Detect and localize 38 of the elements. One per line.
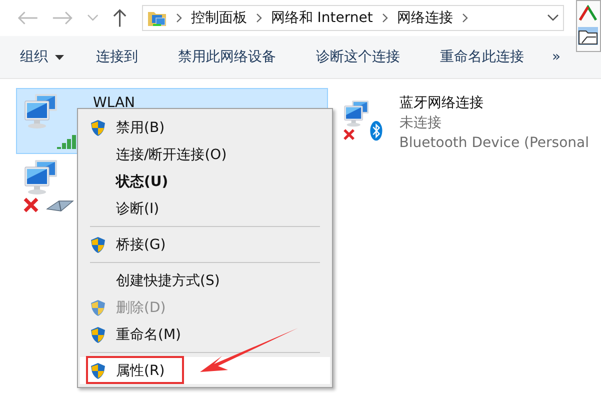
chevron-right-icon <box>380 13 389 23</box>
breadcrumb-link[interactable]: 网络连接 <box>396 9 453 27</box>
menu-item[interactable]: 状态(U) <box>80 168 330 195</box>
toolbar-button[interactable]: 组织 <box>10 44 74 70</box>
chevron-right-icon <box>254 13 263 23</box>
shield-icon <box>90 118 106 136</box>
address-bar[interactable]: 控制面板 网络和 Internet 网络连接 <box>142 5 564 31</box>
menu-item[interactable]: 属性(R) <box>80 357 330 384</box>
breadcrumb-link[interactable]: 控制面板 <box>190 9 247 27</box>
menu-item[interactable]: 桥接(G) <box>80 231 330 258</box>
dropdown-caret-icon <box>55 54 64 60</box>
breadcrumb-link[interactable]: 网络和 Internet <box>270 9 373 27</box>
shield-icon <box>90 362 106 380</box>
up-arrow-icon[interactable] <box>112 8 128 28</box>
connection-name: 蓝牙网络连接 <box>399 94 484 113</box>
more-button[interactable]: » <box>542 45 571 69</box>
toolbar-button[interactable]: 诊断这个连接 <box>306 44 410 70</box>
shield-icon <box>90 236 106 254</box>
connection-name: WLAN <box>93 94 136 113</box>
network-folder-icon <box>146 9 167 27</box>
connection-tile[interactable]: 蓝牙网络连接 未连接 Bluetooth Device (Personal <box>336 88 596 154</box>
menu-item[interactable]: 连接/断开连接(O) <box>80 141 330 168</box>
folder-icon <box>578 27 598 45</box>
toolbar-button[interactable]: 连接到 <box>86 44 148 70</box>
shield-icon <box>90 298 106 316</box>
chevron-right-icon <box>174 13 183 23</box>
menu-item[interactable]: 诊断(I) <box>80 195 330 222</box>
menu-item[interactable]: 禁用(B) <box>80 114 330 141</box>
device-name: Bluetooth Device (Personal <box>399 134 589 153</box>
chart-icon <box>579 5 598 21</box>
menu-item[interactable]: 创建快捷方式(S) <box>80 267 330 294</box>
connection-status: 未连接 <box>399 114 442 133</box>
toolbar-button[interactable]: 禁用此网络设备 <box>168 44 286 70</box>
shield-icon <box>90 326 106 344</box>
menu-item[interactable]: 重命名(M) <box>80 321 330 348</box>
toolbar-button[interactable]: 重命名此连接 <box>430 44 534 70</box>
chevron-right-icon <box>460 13 469 23</box>
chevron-down-icon[interactable] <box>546 14 559 22</box>
